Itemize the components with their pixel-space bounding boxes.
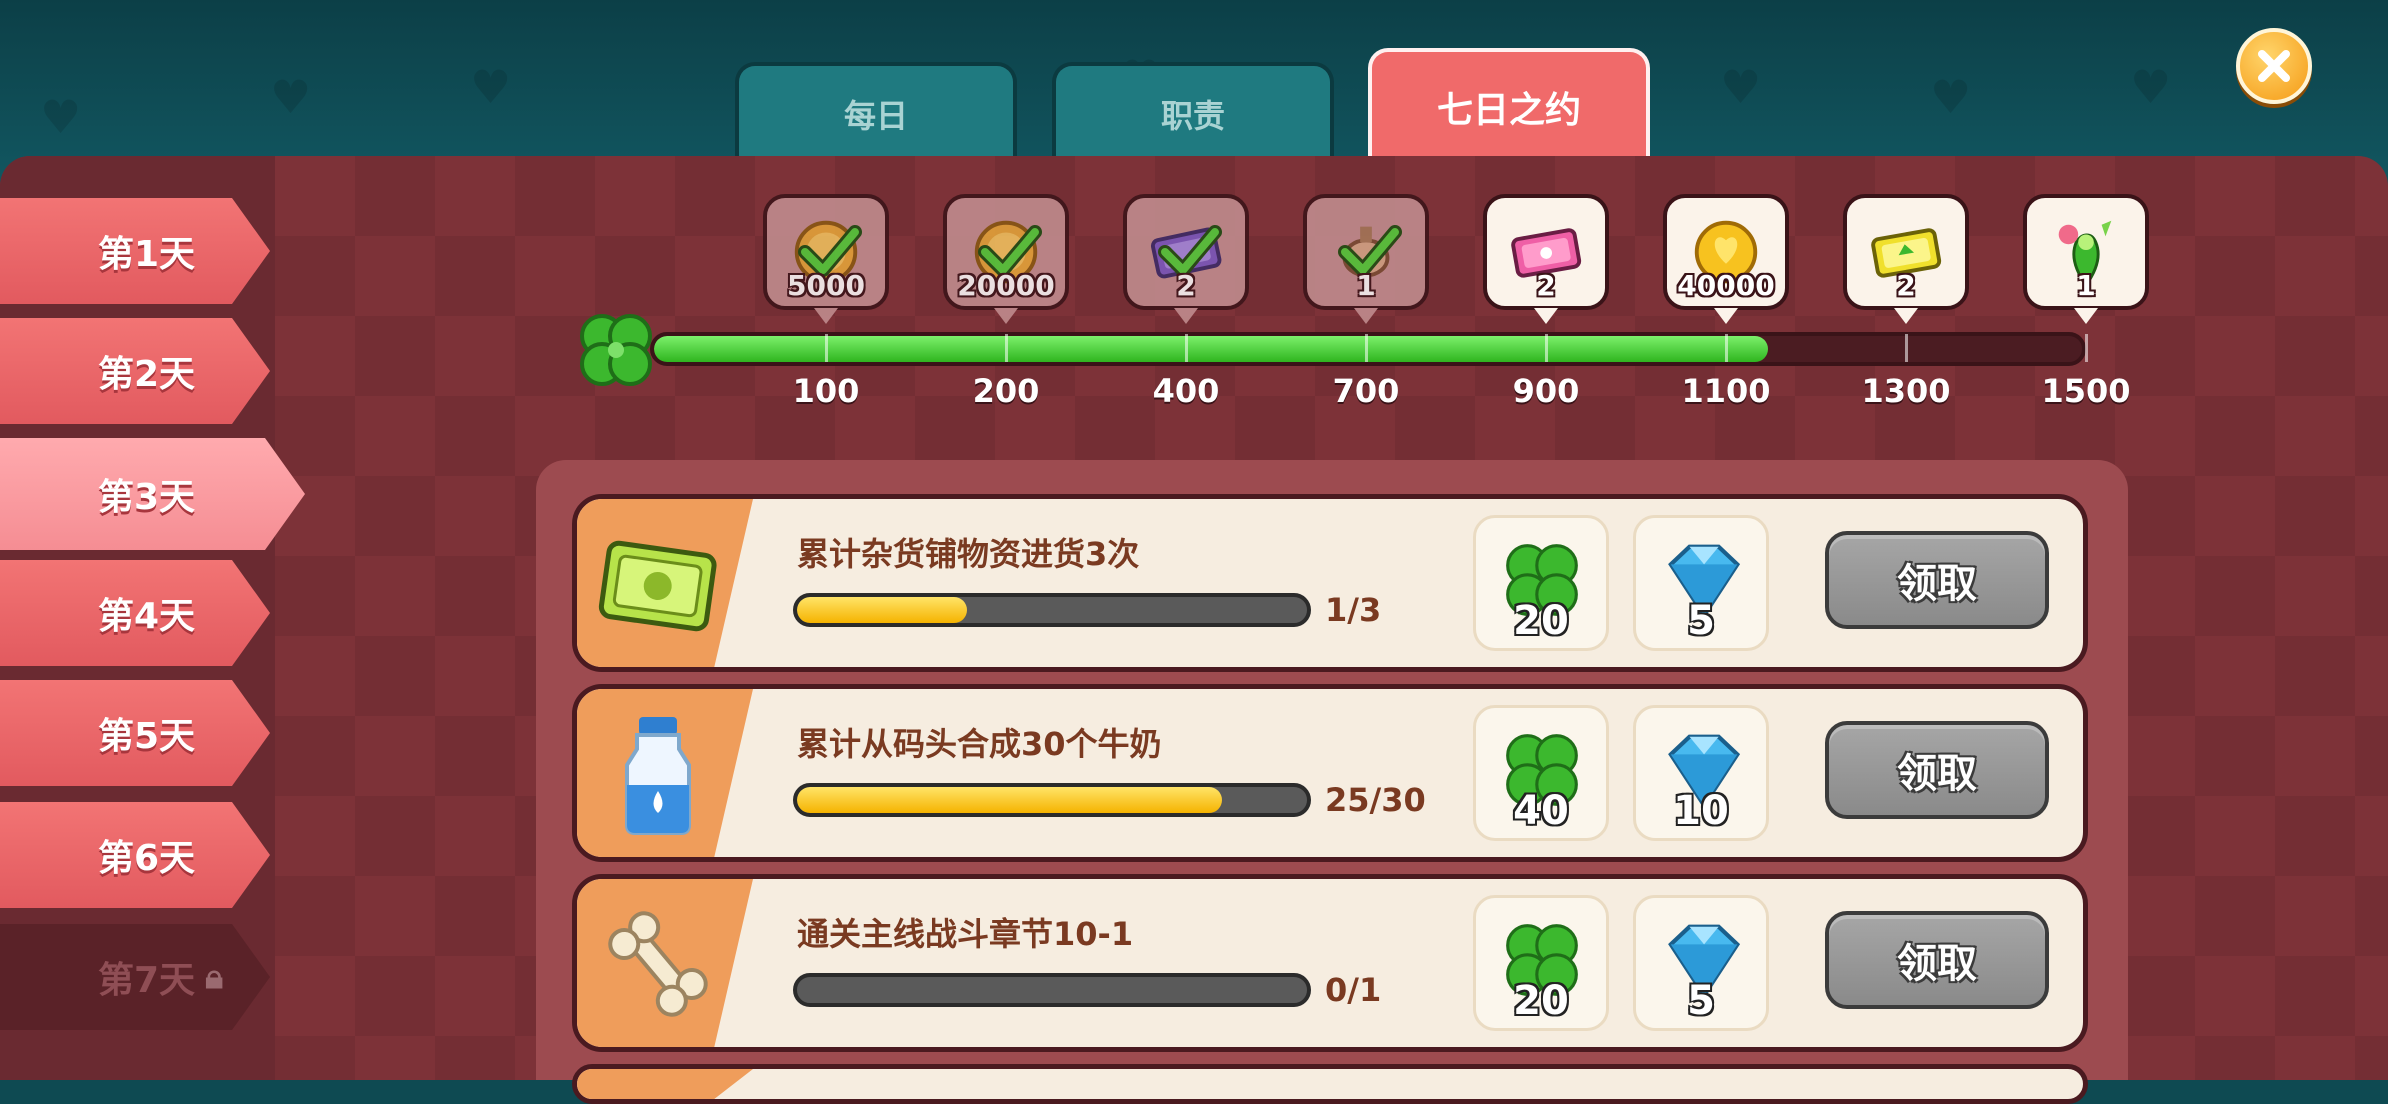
day-label: 第2天 <box>98 354 196 395</box>
day-label: 第7天 <box>98 960 196 1001</box>
threshold-label: 100 <box>792 372 860 410</box>
claim-button[interactable]: 领取 <box>1825 531 2049 629</box>
milestone-count: 1 <box>1356 269 1376 302</box>
progress-tick <box>1005 334 1008 362</box>
milestone-reward[interactable]: 2 <box>1123 194 1249 324</box>
reward-count: 20 <box>1513 598 1569 644</box>
reward-diamond: 10 <box>1633 705 1769 841</box>
task-progress-bar <box>793 973 1311 1007</box>
progress-tick <box>1725 334 1728 362</box>
milestone-reward[interactable]: 5000 <box>763 194 889 324</box>
progress-tick <box>1545 334 1548 362</box>
close-icon <box>2258 50 2290 82</box>
progress-tick <box>1905 334 1908 362</box>
tab-duties[interactable]: 职责 <box>1052 62 1334 162</box>
task-progress-bar <box>793 593 1311 627</box>
task-progress-fill <box>797 597 967 623</box>
progress-tick <box>1365 334 1368 362</box>
threshold-label: 1300 <box>1861 372 1951 410</box>
task-row: 累计从码头合成30个牛奶 25/30 40 10 领取 <box>572 684 2088 862</box>
progress-tick <box>1185 334 1188 362</box>
reward-clover: 40 <box>1473 705 1609 841</box>
milestone-reward[interactable]: 1 <box>2023 194 2149 324</box>
day-tab-7[interactable]: 第7天 🔒︎ <box>0 924 270 1030</box>
day-label: 第3天 <box>98 477 196 518</box>
day-tab-6[interactable]: 第6天 <box>0 802 270 908</box>
reward-diamond: 5 <box>1633 895 1769 1031</box>
milestone-count: 2 <box>1896 269 1916 302</box>
progress-tick <box>825 334 828 362</box>
task-title: 通关主线战斗章节10-1 <box>797 915 1134 953</box>
milestone-reward[interactable]: 2 <box>1843 194 1969 324</box>
tab-seven-day[interactable]: 七日之约 <box>1368 48 1650 162</box>
milestone-reward[interactable]: 1 <box>1303 194 1429 324</box>
day-tab-1[interactable]: 第1天 <box>0 198 270 304</box>
milestone-count: 2 <box>1536 269 1556 302</box>
progress-track <box>650 332 2086 366</box>
task-progress-bar <box>793 783 1311 817</box>
task-progress-count: 1/3 <box>1325 591 1382 629</box>
claim-button[interactable]: 领取 <box>1825 911 2049 1009</box>
progress-tick <box>2085 334 2088 362</box>
task-title: 累计杂货铺物资进货3次 <box>797 535 1140 573</box>
threshold-label: 1500 <box>2041 372 2131 410</box>
close-button[interactable] <box>2236 28 2312 104</box>
lock-icon: 🔒︎ <box>205 957 224 997</box>
claim-button[interactable]: 领取 <box>1825 721 2049 819</box>
milestone-count: 1 <box>2076 269 2096 302</box>
reward-count: 5 <box>1687 598 1715 644</box>
day-label: 第6天 <box>98 838 196 879</box>
reward-diamond: 5 <box>1633 515 1769 651</box>
day-tab-4[interactable]: 第4天 <box>0 560 270 666</box>
day-label: 第4天 <box>98 596 196 637</box>
reward-clover: 20 <box>1473 515 1609 651</box>
day-tab-5[interactable]: 第5天 <box>0 680 270 786</box>
reward-count: 20 <box>1513 978 1569 1024</box>
task-row: 通关主线战斗章节10-1 0/1 20 5 领取 <box>572 874 2088 1052</box>
reward-count: 40 <box>1513 788 1569 834</box>
milestone-count: 2 <box>1176 269 1196 302</box>
threshold-label: 900 <box>1512 372 1580 410</box>
milestone-count: 40000 <box>1677 269 1775 302</box>
task-icon-background <box>577 1069 753 1099</box>
task-title: 累计从码头合成30个牛奶 <box>797 725 1162 763</box>
milestone-count: 20000 <box>957 269 1055 302</box>
reward-count: 10 <box>1673 788 1729 834</box>
task-row-partial <box>572 1064 2088 1104</box>
clover-icon <box>580 314 652 386</box>
day-label: 第5天 <box>98 716 196 757</box>
tab-daily[interactable]: 每日 <box>735 62 1017 162</box>
milestone-reward[interactable]: 20000 <box>943 194 1069 324</box>
task-progress-fill <box>797 787 1222 813</box>
day-label: 第1天 <box>98 234 196 275</box>
reward-count: 5 <box>1687 978 1715 1024</box>
threshold-label: 400 <box>1152 372 1220 410</box>
reward-clover: 20 <box>1473 895 1609 1031</box>
green-ticket-icon <box>598 540 717 632</box>
task-progress-count: 0/1 <box>1325 971 1382 1009</box>
task-row: 累计杂货铺物资进货3次 1/3 20 5 领取 <box>572 494 2088 672</box>
threshold-label: 200 <box>972 372 1040 410</box>
day-tab-3[interactable]: 第3天 <box>0 438 305 550</box>
milk-bottle-icon <box>625 717 691 835</box>
milestone-reward[interactable]: 40000 <box>1663 194 1789 324</box>
task-progress-count: 25/30 <box>1325 781 1426 819</box>
threshold-label: 700 <box>1332 372 1400 410</box>
milestone-count: 5000 <box>787 269 865 302</box>
bone-icon <box>608 911 708 1017</box>
milestone-reward[interactable]: 2 <box>1483 194 1609 324</box>
threshold-label: 1100 <box>1681 372 1771 410</box>
progress-fill <box>654 336 1768 362</box>
day-tab-2[interactable]: 第2天 <box>0 318 270 424</box>
